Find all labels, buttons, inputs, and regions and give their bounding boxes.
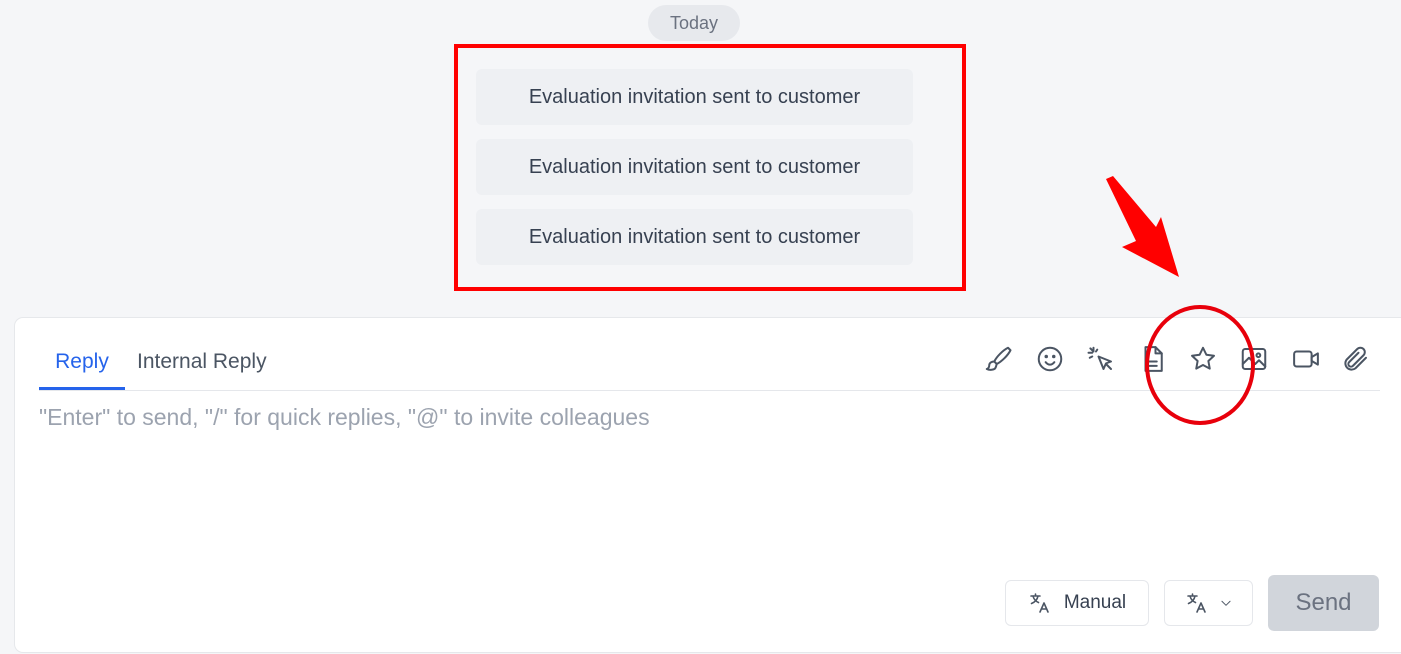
translate-icon xyxy=(1030,593,1049,613)
annotation-arrow xyxy=(1106,176,1179,277)
reply-composer: Reply Internal Reply Manual Se xyxy=(15,318,1401,652)
click-icon[interactable] xyxy=(1084,342,1118,376)
system-event-message: Evaluation invitation sent to customer xyxy=(476,209,913,265)
image-icon[interactable] xyxy=(1237,342,1271,376)
tab-reply[interactable]: Reply xyxy=(39,340,125,390)
language-dropdown[interactable] xyxy=(1164,580,1253,626)
emoji-icon[interactable] xyxy=(1033,342,1067,376)
translate-mode-button[interactable]: Manual xyxy=(1005,580,1149,626)
attachment-icon[interactable] xyxy=(1339,342,1373,376)
system-event-message: Evaluation invitation sent to customer xyxy=(476,69,913,125)
tab-internal-reply[interactable]: Internal Reply xyxy=(137,340,267,390)
document-icon[interactable] xyxy=(1136,342,1170,376)
message-input[interactable] xyxy=(39,404,1379,564)
send-button[interactable]: Send xyxy=(1268,575,1379,631)
tab-divider xyxy=(39,390,1380,391)
star-icon[interactable] xyxy=(1186,342,1220,376)
chevron-down-icon xyxy=(1220,600,1231,606)
brush-icon[interactable] xyxy=(981,342,1015,376)
translate-mode-label: Manual xyxy=(1063,592,1127,613)
system-event-message: Evaluation invitation sent to customer xyxy=(476,139,913,195)
translate-icon xyxy=(1186,593,1206,613)
video-icon[interactable] xyxy=(1289,342,1323,376)
date-separator: Today xyxy=(648,5,740,41)
